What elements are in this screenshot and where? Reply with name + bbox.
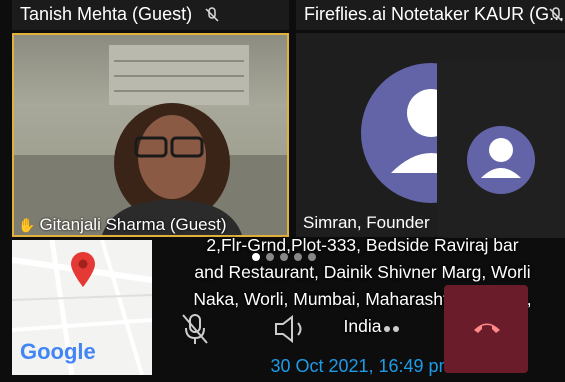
participant-name: Simran, Founder	[303, 213, 430, 232]
person-avatar-icon	[467, 126, 535, 194]
participant-video-gitanjali[interactable]: ✋ Gitanjali Sharma (Guest)	[12, 33, 289, 237]
more-options-dots[interactable]	[384, 326, 399, 332]
page-indicator	[252, 253, 316, 261]
raised-hand-icon: ✋	[18, 216, 36, 233]
speaker-icon[interactable]	[273, 315, 311, 343]
map-pin-icon	[71, 252, 95, 287]
participant-name: Tanish Mehta (Guest)	[20, 4, 193, 24]
participant-tile-tanish[interactable]: Tanish Mehta (Guest)	[12, 0, 289, 30]
hang-up-icon	[474, 323, 500, 333]
location-map: Google	[12, 240, 152, 375]
participant-tile-fireflies[interactable]: Fireflies.ai Notetaker KAUR (G...	[296, 0, 565, 30]
video-frame	[14, 45, 287, 235]
participant-name: Fireflies.ai Notetaker KAUR (G...	[304, 4, 565, 24]
mic-off-icon[interactable]	[180, 312, 210, 346]
address-line: 2,Flr-Grnd,Plot-333, Bedside Raviraj bar	[206, 235, 519, 255]
mic-off-icon	[205, 7, 219, 22]
mic-off-icon	[549, 7, 563, 22]
google-logo: Google	[20, 339, 96, 364]
hang-up-button[interactable]	[444, 285, 528, 373]
address-line: and Restaurant, Dainik Shivner Marg, Wor…	[194, 262, 531, 282]
self-view-tile[interactable]	[437, 60, 565, 238]
